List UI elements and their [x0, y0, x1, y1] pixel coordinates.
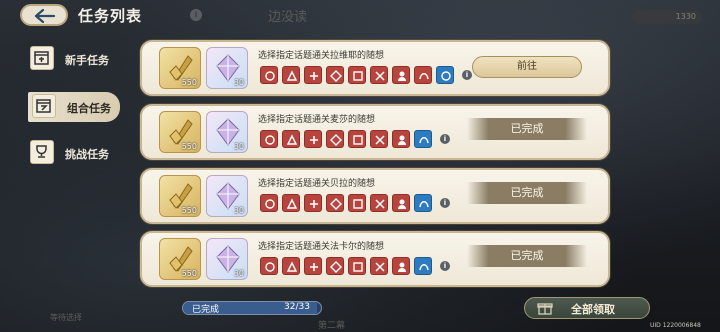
topic-blue-icon[interactable] — [414, 257, 432, 275]
completed-label: 已完成 — [467, 245, 587, 267]
topic-red-icon[interactable] — [370, 66, 388, 84]
prism-crystal-icon[interactable]: 30 — [206, 175, 248, 217]
topic-red-icon[interactable] — [282, 130, 300, 148]
task-title: 选择指定话题通关贝拉的随想 — [258, 179, 376, 189]
topic-red-icon[interactable] — [304, 194, 322, 212]
topic-red-icon[interactable] — [260, 130, 278, 148]
gift-icon — [537, 303, 553, 315]
completed-label: 已完成 — [467, 118, 587, 140]
reward-quantity: 550 — [181, 206, 197, 215]
topic-blue-icon[interactable] — [414, 194, 432, 212]
trophy-icon — [30, 140, 54, 164]
reward-quantity: 30 — [233, 206, 244, 215]
tab-label: 挑战任务 — [65, 148, 109, 161]
task-card: 550 30 选择指定话题通关法卡尔的随想 i 已完成 — [140, 231, 610, 287]
tab-newbie-tasks[interactable]: 新手任务 — [26, 44, 126, 74]
topic-red-icon[interactable] — [326, 257, 344, 275]
topic-red-icon[interactable] — [414, 66, 432, 84]
info-icon[interactable]: i — [462, 70, 472, 80]
topic-red-icon[interactable] — [260, 66, 278, 84]
topic-red-icon[interactable] — [348, 257, 366, 275]
reward-quantity: 30 — [233, 142, 244, 151]
completed-label: 已完成 — [467, 182, 587, 204]
gold-coin-icon[interactable]: 550 — [159, 175, 201, 217]
tab-label: 组合任务 — [67, 102, 111, 115]
topic-red-icon[interactable] — [392, 66, 410, 84]
task-title: 选择指定话题通关拉维耶的随想 — [258, 51, 385, 61]
topic-red-icon[interactable] — [260, 194, 278, 212]
back-button[interactable] — [20, 4, 68, 26]
background-counter: 1330 — [632, 10, 702, 24]
topic-red-icon[interactable] — [370, 130, 388, 148]
topic-red-icon[interactable] — [326, 194, 344, 212]
task-card: 550 30 选择指定话题通关贝拉的随想 i 已完成 — [140, 168, 610, 224]
topic-red-icon[interactable] — [304, 130, 322, 148]
topic-red-icon[interactable] — [282, 257, 300, 275]
task-title: 选择指定话题通关法卡尔的随想 — [258, 242, 385, 252]
background-chapter: 第二幕 — [318, 321, 346, 331]
topic-red-icon[interactable] — [282, 194, 300, 212]
uid-label: UID 1220006848 — [650, 322, 701, 329]
topic-red-icon[interactable] — [392, 194, 410, 212]
topic-blue-icon[interactable] — [436, 66, 454, 84]
topic-red-icon[interactable] — [282, 66, 300, 84]
topic-red-icon[interactable] — [348, 130, 366, 148]
topic-red-icon[interactable] — [260, 257, 278, 275]
calendar-check-icon — [32, 94, 56, 118]
task-card: 550 30 选择指定话题通关麦莎的随想 i 已完成 — [140, 104, 610, 160]
topic-red-icon[interactable] — [370, 257, 388, 275]
back-arrow-icon — [34, 9, 56, 23]
info-icon[interactable]: i — [440, 134, 450, 144]
prism-crystal-icon[interactable]: 30 — [206, 238, 248, 280]
reward-quantity: 30 — [233, 78, 244, 87]
topic-red-icon[interactable] — [392, 130, 410, 148]
info-icon[interactable]: i — [440, 261, 450, 271]
claim-all-label: 全部领取 — [571, 303, 615, 316]
gold-coin-icon[interactable]: 550 — [159, 47, 201, 89]
task-card: 550 30 选择指定话题通关拉维耶的随想 i 前往 — [140, 40, 610, 96]
topic-blue-icon[interactable] — [414, 130, 432, 148]
progress-count: 32/33 — [284, 302, 310, 312]
background-select: 等待选择 — [50, 313, 82, 322]
claim-all-button[interactable]: 全部领取 — [524, 297, 650, 319]
topic-red-icon[interactable] — [348, 194, 366, 212]
calendar-icon — [30, 46, 54, 70]
gold-coin-icon[interactable]: 550 — [159, 238, 201, 280]
progress-label: 已完成 — [192, 305, 220, 315]
reward-quantity: 550 — [181, 142, 197, 151]
topic-red-icon[interactable] — [370, 194, 388, 212]
tab-challenge-tasks[interactable]: 挑战任务 — [26, 138, 126, 168]
reward-quantity: 30 — [233, 269, 244, 278]
gold-coin-icon[interactable]: 550 — [159, 111, 201, 153]
header-info-icon[interactable]: i — [190, 9, 202, 21]
task-title: 选择指定话题通关麦莎的随想 — [258, 115, 376, 125]
tab-combo-tasks[interactable]: 组合任务 — [28, 92, 120, 122]
reward-quantity: 550 — [181, 78, 197, 87]
topic-red-icon[interactable] — [304, 66, 322, 84]
prism-crystal-icon[interactable]: 30 — [206, 111, 248, 153]
topic-red-icon[interactable] — [304, 257, 322, 275]
prism-crystal-icon[interactable]: 30 — [206, 47, 248, 89]
topic-red-icon[interactable] — [326, 130, 344, 148]
tab-label: 新手任务 — [65, 54, 109, 67]
topic-red-icon[interactable] — [326, 66, 344, 84]
info-icon[interactable]: i — [440, 198, 450, 208]
topic-red-icon[interactable] — [348, 66, 366, 84]
reward-quantity: 550 — [181, 269, 197, 278]
goto-button[interactable]: 前往 — [472, 56, 582, 78]
background-title: 边没读 — [268, 10, 308, 25]
page-title: 任务列表 — [78, 7, 143, 25]
topic-red-icon[interactable] — [392, 257, 410, 275]
